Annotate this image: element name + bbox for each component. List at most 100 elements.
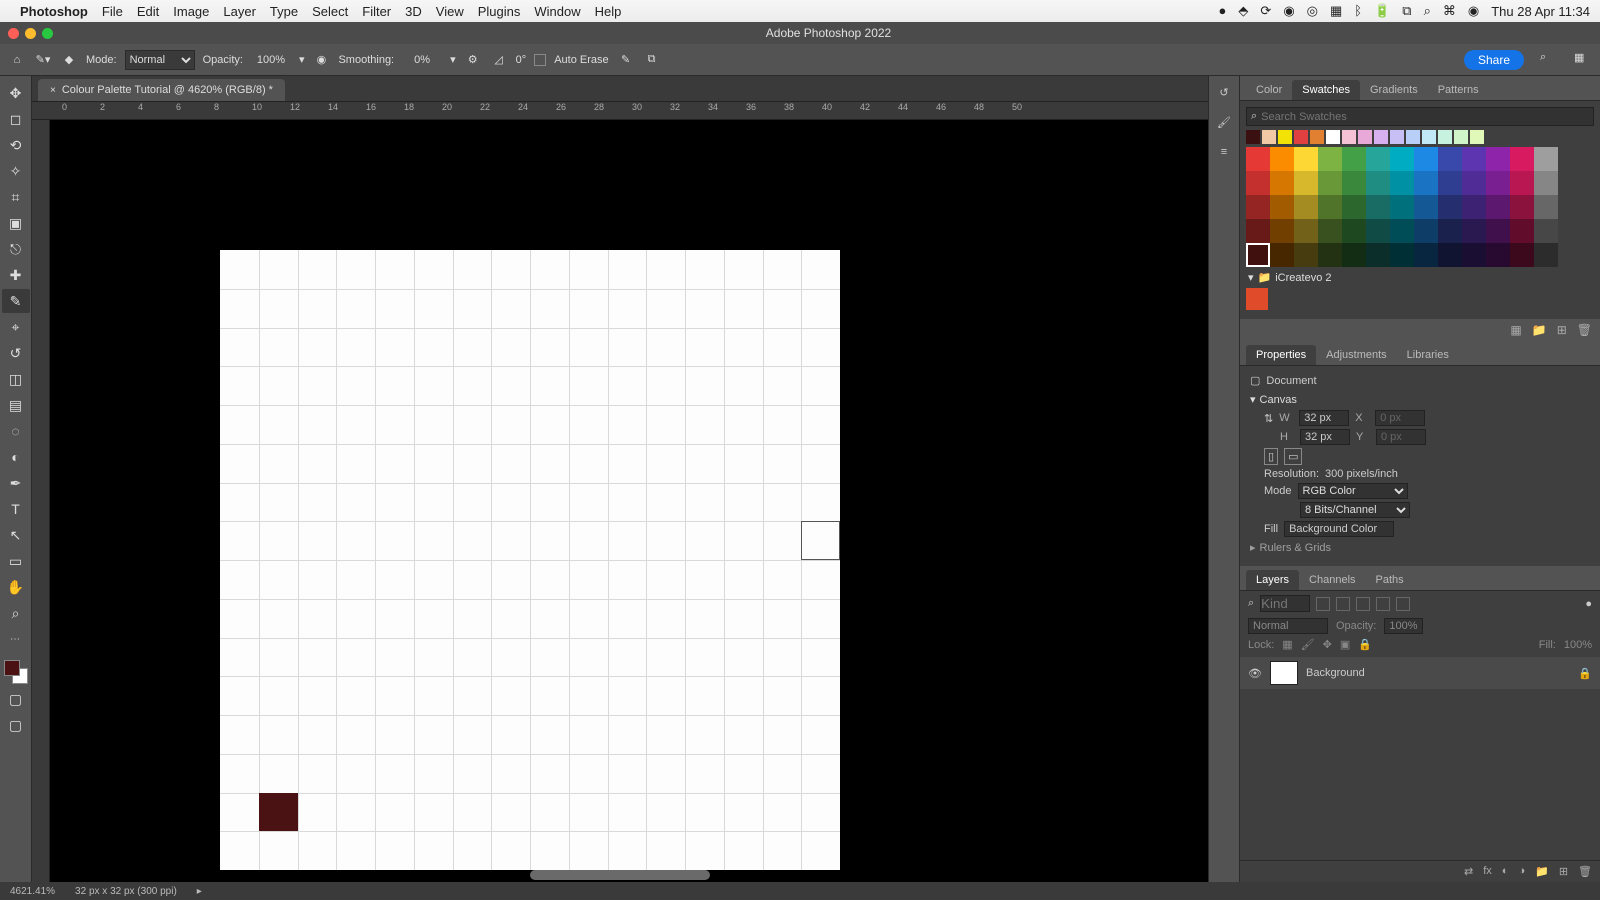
swatch-cell[interactable] [1486, 219, 1510, 243]
document-tab[interactable]: × Colour Palette Tutorial @ 4620% (RGB/8… [38, 79, 285, 101]
document-info[interactable]: 32 px x 32 px (300 ppi) [75, 886, 177, 897]
menu-help[interactable]: Help [595, 4, 622, 19]
swatch-cell[interactable] [1294, 195, 1318, 219]
tab-layers[interactable]: Layers [1246, 570, 1299, 590]
recent-swatch[interactable] [1342, 130, 1356, 144]
recent-swatch[interactable] [1310, 130, 1324, 144]
recent-swatch[interactable] [1422, 130, 1436, 144]
recent-swatch[interactable] [1454, 130, 1468, 144]
swatch-cell[interactable] [1366, 219, 1390, 243]
swatch-cell[interactable] [1486, 171, 1510, 195]
tool-crop[interactable]: ⌗ [2, 185, 30, 209]
eye-icon[interactable]: ◎ [1307, 3, 1318, 18]
swatch-search[interactable]: ⌕ [1246, 107, 1594, 126]
swatch-cell[interactable] [1438, 147, 1462, 171]
tool-move[interactable]: ✥ [2, 81, 30, 105]
height-value[interactable]: 32 px [1300, 429, 1350, 445]
app-name[interactable]: Photoshop [20, 4, 88, 19]
layer-row[interactable]: 👁 Background 🔒 [1240, 657, 1600, 689]
new-swatch-icon[interactable]: ⊞ [1557, 323, 1567, 337]
control-center-icon[interactable]: ⌘ [1443, 3, 1456, 18]
tool-frame[interactable]: ▣ [2, 211, 30, 235]
paragraph-icon[interactable]: ≡ [1214, 142, 1234, 162]
swatch-cell[interactable] [1318, 171, 1342, 195]
folder-swatch[interactable] [1246, 288, 1268, 310]
recent-swatch[interactable] [1374, 130, 1388, 144]
menu-3d[interactable]: 3D [405, 4, 422, 19]
swatch-cell[interactable] [1318, 219, 1342, 243]
tool-rectangle[interactable]: ▭ [2, 549, 30, 573]
artboard[interactable] [220, 250, 840, 870]
layer-filter-kind[interactable] [1260, 595, 1310, 612]
swatch-cell[interactable] [1294, 219, 1318, 243]
tool-type[interactable]: T [2, 497, 30, 521]
orientation-landscape-icon[interactable]: ▭ [1284, 448, 1302, 465]
tool-wand[interactable]: ✧ [2, 159, 30, 183]
tool-path-select[interactable]: ↖ [2, 523, 30, 547]
layer-blend-mode[interactable]: Normal [1248, 618, 1328, 634]
blend-mode-select[interactable]: Normal [125, 50, 195, 70]
swatch-cell[interactable] [1342, 147, 1366, 171]
new-group-icon[interactable]: 📁 [1532, 323, 1547, 337]
swatch-cell[interactable] [1342, 243, 1366, 267]
layer-mask-icon[interactable]: ◐ [1502, 865, 1509, 878]
tab-properties[interactable]: Properties [1246, 345, 1316, 365]
zoom-window-button[interactable] [42, 28, 53, 39]
workspace-icon[interactable]: ▦ [1574, 51, 1592, 69]
smoothing-options-icon[interactable]: ⚙ [464, 51, 482, 69]
tool-lasso[interactable]: ⟲ [2, 133, 30, 157]
tool-heal[interactable]: ✚ [2, 263, 30, 287]
swatch-cell[interactable] [1438, 171, 1462, 195]
tab-paths[interactable]: Paths [1366, 570, 1414, 590]
menu-filter[interactable]: Filter [362, 4, 391, 19]
tab-adjustments[interactable]: Adjustments [1316, 345, 1397, 365]
tool-gradient[interactable]: ▤ [2, 393, 30, 417]
swatch-cell[interactable] [1246, 171, 1270, 195]
layer-thumbnail[interactable] [1270, 661, 1298, 685]
swatch-cell[interactable] [1534, 171, 1558, 195]
swatch-cell[interactable] [1294, 171, 1318, 195]
layer-name[interactable]: Background [1306, 667, 1365, 679]
swatch-cell[interactable] [1486, 195, 1510, 219]
lock-all-icon[interactable]: 🔒 [1358, 638, 1372, 651]
filter-smart-icon[interactable] [1396, 597, 1410, 611]
lock-image-icon[interactable]: 🖌 [1301, 638, 1315, 651]
recent-swatch[interactable] [1326, 130, 1340, 144]
search-icon[interactable]: ⌕ [1424, 3, 1431, 18]
swatch-cell[interactable] [1414, 147, 1438, 171]
foreground-background-colors[interactable] [2, 658, 30, 686]
new-group-icon[interactable]: 📁 [1535, 865, 1549, 878]
swatch-cell[interactable] [1438, 219, 1462, 243]
swatch-cell[interactable] [1294, 147, 1318, 171]
disclosure-icon[interactable]: ▾ [1250, 393, 1256, 406]
tool-zoom[interactable]: ⌕ [2, 601, 30, 625]
close-window-button[interactable] [8, 28, 19, 39]
share-button[interactable]: Share [1464, 50, 1524, 70]
menu-layer[interactable]: Layer [223, 4, 256, 19]
history-icon[interactable]: ↺ [1214, 82, 1234, 102]
tool-history-brush[interactable]: ↺ [2, 341, 30, 365]
filter-pixel-icon[interactable] [1316, 597, 1330, 611]
menu-plugins[interactable]: Plugins [478, 4, 521, 19]
y-value[interactable]: 0 px [1376, 429, 1426, 445]
swatch-cell[interactable] [1510, 171, 1534, 195]
menu-image[interactable]: Image [173, 4, 209, 19]
dropbox-icon[interactable]: ⬘ [1238, 3, 1248, 18]
filter-adjust-icon[interactable] [1336, 597, 1350, 611]
x-value[interactable]: 0 px [1375, 410, 1425, 426]
swatch-cell[interactable] [1294, 243, 1318, 267]
canvas-viewport[interactable] [50, 120, 1208, 882]
fill-value[interactable]: Background Color [1284, 521, 1394, 537]
brushes-icon[interactable]: 🖌 [1214, 112, 1234, 132]
swatch-cell[interactable] [1270, 219, 1294, 243]
swatch-cell[interactable] [1342, 219, 1366, 243]
tool-clone[interactable]: ⌖ [2, 315, 30, 339]
angle-icon[interactable]: ◿ [490, 51, 508, 69]
search-icon[interactable]: ⌕ [1540, 51, 1558, 69]
swatch-cell[interactable] [1414, 195, 1438, 219]
angle-value[interactable]: 0° [516, 54, 527, 66]
link-layers-icon[interactable]: ⇄ [1464, 865, 1473, 878]
tab-patterns[interactable]: Patterns [1428, 80, 1489, 100]
foreground-color-swatch[interactable] [4, 660, 20, 676]
swatch-cell[interactable] [1342, 171, 1366, 195]
